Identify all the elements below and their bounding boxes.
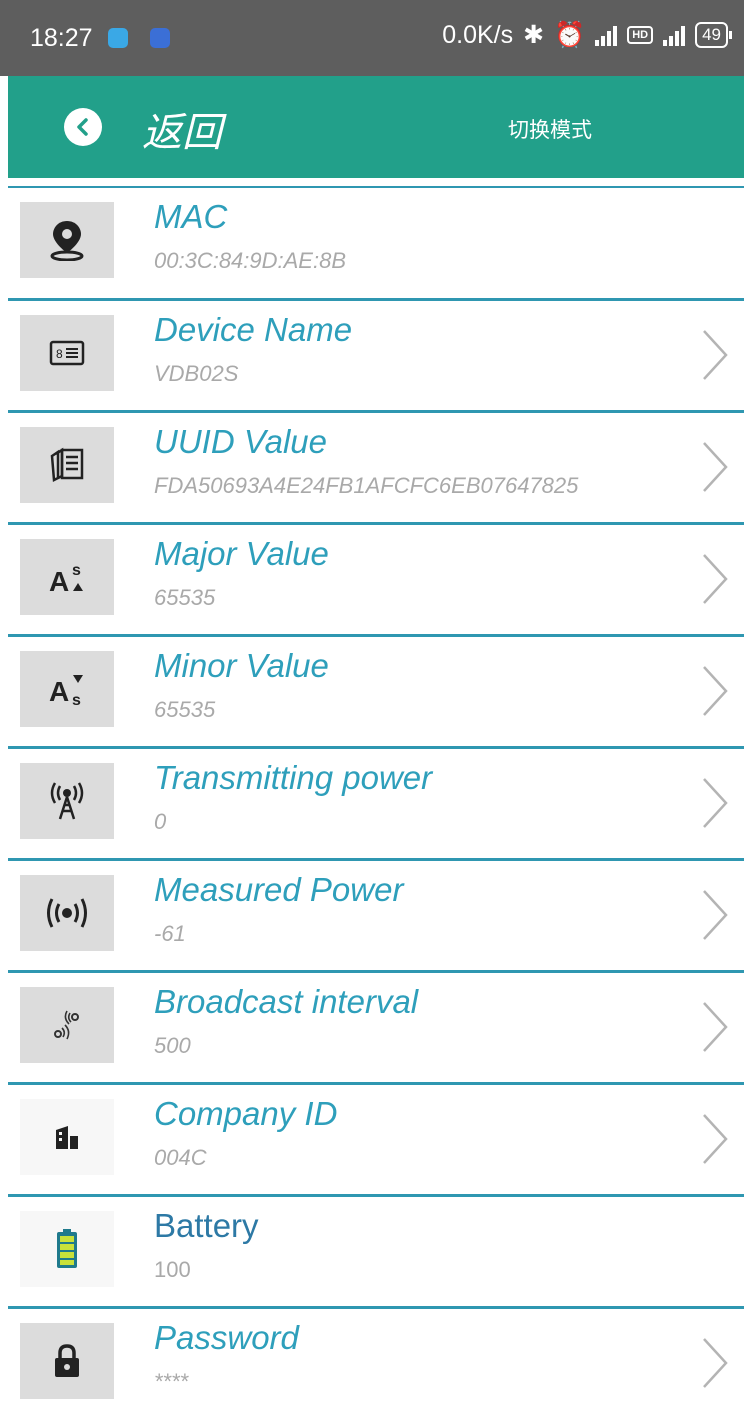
chevron-left-icon (77, 118, 88, 136)
chevron-right-icon (703, 666, 728, 716)
battery-icon (20, 1211, 114, 1287)
svg-text:s: s (72, 692, 81, 707)
status-bar: 18:27 0.0K/s ✱ ⏰ HD 49 (0, 0, 744, 76)
alarm-icon: ⏰ (554, 20, 586, 49)
list-item-company-id[interactable]: Company ID 004C (8, 1082, 744, 1186)
item-value: 65535 (154, 585, 216, 610)
list-item-minor[interactable]: As Minor Value 65535 (8, 634, 744, 738)
list-item-transmitting-power[interactable]: Transmitting power 0 (8, 746, 744, 850)
list-item-device-name[interactable]: 8 Device Name VDB02S (8, 298, 744, 402)
chevron-right-icon (703, 1338, 728, 1388)
app-header: 返回 切换模式 (8, 76, 744, 178)
font-size-up-icon: As (20, 539, 114, 615)
item-title: Minor Value (154, 647, 329, 684)
signal-icon (595, 24, 618, 46)
list-item-broadcast-interval[interactable]: Broadcast interval 500 (8, 970, 744, 1074)
item-value: FDA50693A4E24FB1AFCFC6EB07647825 (154, 473, 579, 498)
list-item-uuid[interactable]: UUID Value FDA50693A4E24FB1AFCFC6EB07647… (8, 410, 744, 514)
item-title: Measured Power (154, 871, 404, 908)
chevron-right-icon (703, 778, 728, 828)
location-pin-icon (20, 202, 114, 278)
signal-waves-icon (20, 987, 114, 1063)
item-value: -61 (154, 921, 186, 946)
hd-voice-icon: HD (627, 26, 654, 44)
battery-status: 49 (695, 22, 732, 48)
item-value: 004C (154, 1145, 207, 1170)
chevron-right-icon (703, 554, 728, 604)
signal-4g-icon (663, 24, 686, 46)
item-title: MAC (154, 198, 228, 235)
item-title: Company ID (154, 1095, 338, 1132)
id-card-icon: 8 (20, 315, 114, 391)
item-value: 00:3C:84:9D:AE:8B (154, 248, 347, 273)
item-title: UUID Value (154, 423, 328, 460)
item-value: 500 (154, 1033, 191, 1058)
building-icon (20, 1099, 114, 1175)
network-speed: 0.0K/s (442, 20, 514, 49)
item-title: Battery (154, 1207, 259, 1244)
chevron-right-icon (703, 330, 728, 380)
lock-icon (20, 1323, 114, 1399)
list-item-mac: MAC 00:3C:84:9D:AE:8B (8, 186, 744, 290)
item-title: Device Name (154, 311, 353, 348)
link-app-icon (108, 28, 128, 48)
status-time: 18:27 (30, 24, 93, 52)
antenna-tower-icon (20, 763, 114, 839)
bluetooth-icon: ✱ (523, 21, 545, 49)
back-label[interactable]: 返回 (142, 100, 222, 158)
item-value: 0 (154, 809, 167, 834)
back-button[interactable] (64, 108, 102, 146)
item-value: 100 (154, 1257, 191, 1282)
broadcast-icon (20, 875, 114, 951)
chevron-right-icon (703, 442, 728, 492)
shield-app-icon (150, 28, 170, 48)
svg-text:8: 8 (56, 347, 63, 361)
item-value: **** (154, 1369, 189, 1394)
item-title: Major Value (154, 535, 329, 572)
list-item-major[interactable]: As Major Value 65535 (8, 522, 744, 626)
item-title: Broadcast interval (154, 983, 419, 1020)
chevron-right-icon (703, 890, 728, 940)
chevron-right-icon (703, 1114, 728, 1164)
svg-text:A: A (49, 566, 69, 595)
item-title: Transmitting power (154, 759, 433, 796)
status-indicators: 0.0K/s ✱ ⏰ HD 49 (442, 20, 732, 50)
item-value: 65535 (154, 697, 216, 722)
switch-mode-button[interactable]: 切换模式 (508, 114, 592, 144)
item-title: Password (154, 1319, 299, 1356)
settings-list: MAC 00:3C:84:9D:AE:8B 8 Device Name VDB0… (8, 186, 744, 1418)
svg-text:A: A (49, 676, 69, 707)
list-item-battery: Battery 100 (8, 1194, 744, 1298)
chevron-right-icon (703, 1002, 728, 1052)
documents-icon (20, 427, 114, 503)
svg-text:s: s (72, 562, 81, 579)
font-size-down-icon: As (20, 651, 114, 727)
list-item-password[interactable]: Password **** (8, 1306, 744, 1410)
item-value: VDB02S (154, 361, 239, 386)
list-item-measured-power[interactable]: Measured Power -61 (8, 858, 744, 962)
